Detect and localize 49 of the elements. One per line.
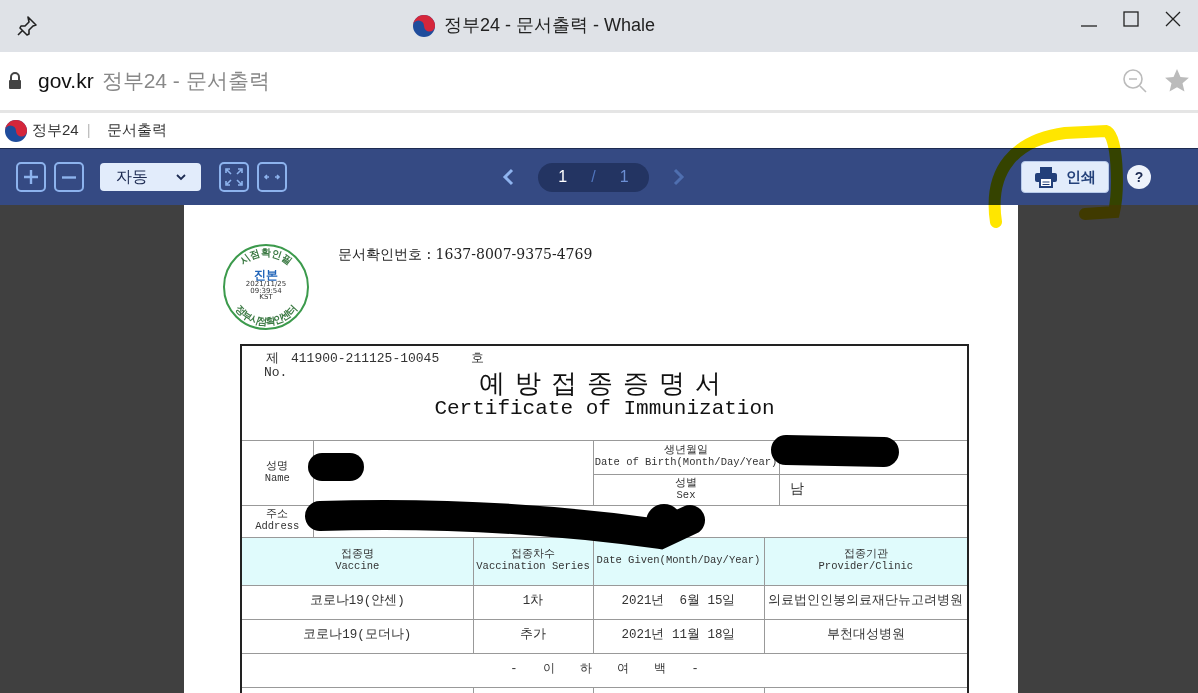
zoom-out-button[interactable] bbox=[54, 162, 84, 192]
number-label: No. bbox=[264, 365, 288, 381]
url-domain[interactable]: gov.kr bbox=[38, 65, 94, 97]
column-header: 접종명 Vaccine bbox=[241, 537, 473, 585]
site-brand[interactable]: 정부24 bbox=[32, 119, 79, 142]
title-english: Certificate of Immunization bbox=[434, 397, 775, 421]
fit-page-button[interactable] bbox=[219, 162, 249, 192]
page-separator: / bbox=[591, 167, 596, 187]
table-cell: 추가 bbox=[473, 619, 593, 653]
logo-icon bbox=[4, 118, 28, 143]
chevron-down-icon bbox=[175, 173, 187, 181]
fit-width-button[interactable] bbox=[257, 162, 287, 192]
table-cell: 코로나19(얀센) bbox=[241, 585, 473, 619]
lock-icon[interactable] bbox=[8, 72, 22, 90]
section-title: 문서출력 bbox=[106, 120, 167, 141]
table-cell: 1차 bbox=[473, 585, 593, 619]
zoom-in-button[interactable] bbox=[16, 162, 46, 192]
expand-icon bbox=[224, 167, 244, 187]
current-page[interactable]: 1 bbox=[558, 165, 568, 189]
certificate-number: 411900-211125-10045 bbox=[291, 352, 440, 367]
maximize-icon[interactable] bbox=[1122, 10, 1140, 28]
close-icon[interactable] bbox=[1164, 10, 1182, 28]
minus-icon bbox=[62, 175, 76, 179]
number-prefix: 제 bbox=[266, 352, 279, 367]
window-title: 정부24 - 문서출력 - Whale bbox=[444, 14, 656, 37]
page-title: 정부24 - 문서출력 bbox=[101, 68, 270, 95]
pin-icon[interactable] bbox=[16, 15, 38, 37]
help-button[interactable]: ? bbox=[1127, 165, 1151, 189]
previous-page-icon[interactable] bbox=[500, 167, 516, 187]
field-label: 성별 Sex bbox=[593, 474, 779, 505]
title-korean: 예방접종증명서 bbox=[478, 367, 731, 398]
printer-icon bbox=[1034, 166, 1058, 188]
total-pages: 1 bbox=[619, 167, 629, 187]
table-cell: 2021년 11월 18일 bbox=[593, 619, 764, 653]
logo-icon bbox=[412, 13, 436, 38]
column-header: 접종차수 Vaccination Series bbox=[473, 537, 593, 585]
column-header: 접종기관 Provider/Clinic bbox=[764, 537, 969, 585]
number-suffix: 호 bbox=[471, 352, 485, 367]
star-icon[interactable] bbox=[1164, 68, 1190, 94]
zoom-dropdown[interactable]: 자동 bbox=[100, 163, 201, 191]
seal-title: 진본 bbox=[254, 268, 278, 282]
confirmation-number: 문서확인번호 : 1637-8007-9375-4769 bbox=[338, 245, 593, 264]
field-label: 성명 Name bbox=[241, 440, 313, 505]
table-cell: 2021년 6월 15일 bbox=[593, 585, 764, 619]
separator: | bbox=[86, 120, 91, 141]
redaction-mark bbox=[308, 453, 364, 481]
table-cell: 코로나19(모더나) bbox=[241, 619, 473, 653]
plus-icon bbox=[21, 167, 41, 187]
print-button[interactable]: 인쇄 bbox=[1021, 161, 1109, 193]
